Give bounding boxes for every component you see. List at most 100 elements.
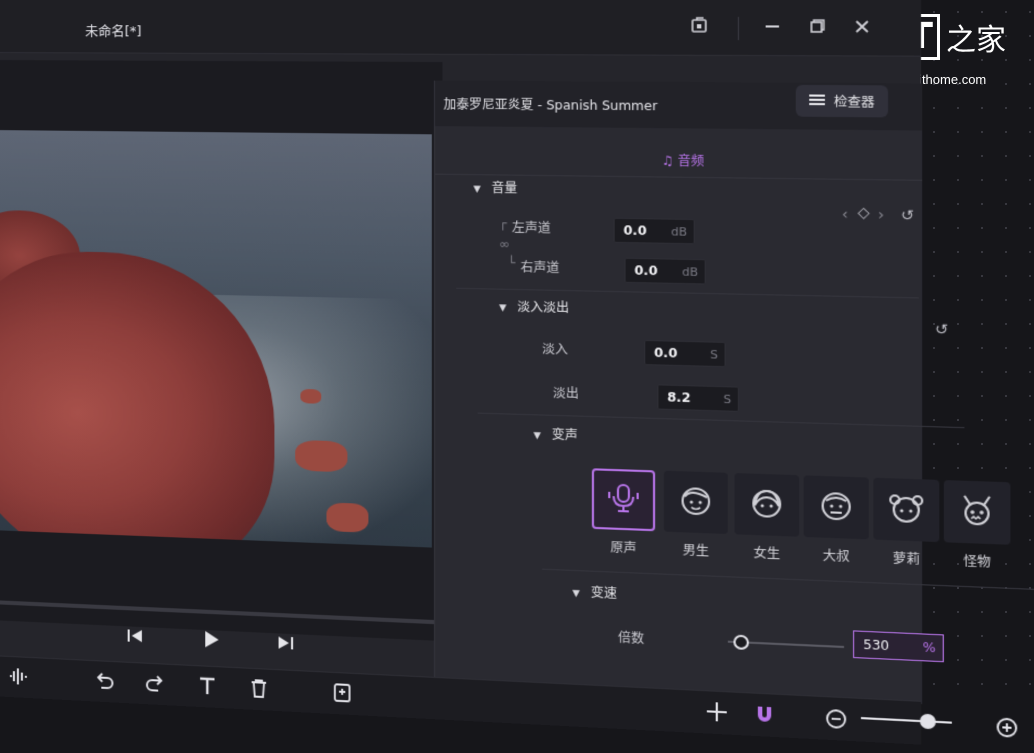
collapse-triangle-icon: ▼ <box>572 588 580 600</box>
delete-icon[interactable] <box>250 679 269 703</box>
left-channel-unit: dB <box>671 224 688 239</box>
inspector-panel: 加泰罗尼亚炎夏 - Spanish Summer 检查器 ♫ 音频 ▼ 音量 ‹ … <box>433 80 1034 705</box>
keyframe-next-icon[interactable]: › <box>878 207 884 224</box>
step-forward-icon[interactable] <box>274 633 295 657</box>
panel-header: 加泰罗尼亚炎夏 - Spanish Summer 检查器 <box>435 80 923 131</box>
volume-title: 音量 <box>491 180 518 196</box>
list-icon <box>809 93 825 109</box>
speed-section-header[interactable]: ▼ 变速 <box>572 582 616 602</box>
inspector-button-label: 检查器 <box>833 94 875 110</box>
right-channel-value: 0.0 <box>634 263 658 279</box>
voice-option-box <box>873 477 940 543</box>
voice-option-box <box>663 470 728 535</box>
zoom-slider-track[interactable] <box>860 717 952 724</box>
male-face-icon <box>677 482 714 523</box>
collapse-triangle-icon: ▼ <box>473 184 481 195</box>
fade-out-label: 淡出 <box>552 385 579 401</box>
right-channel-unit: dB <box>682 264 699 279</box>
voice-option-box <box>591 468 656 532</box>
left-channel-label: 左声道 <box>511 220 551 236</box>
voice-option-label: 大叔 <box>822 548 850 565</box>
zoom-slider-knob[interactable] <box>919 713 936 730</box>
maximize-icon[interactable] <box>805 17 830 40</box>
keyframe-prev-icon[interactable]: ‹ <box>842 206 848 223</box>
female-face-icon <box>748 484 786 526</box>
title-bar: 未命名[*] <box>0 0 922 57</box>
fade-in-label: 淡入 <box>542 341 569 357</box>
fade-in-value: 0.0 <box>654 345 678 361</box>
music-note-icon: ♫ <box>661 153 674 169</box>
pitch-label: 倍数 <box>617 630 645 647</box>
step-back-icon[interactable] <box>126 626 146 650</box>
keyframe-diamond-icon[interactable]: ◇ <box>858 205 870 222</box>
voice-change-title: 变声 <box>551 427 578 443</box>
close-icon[interactable] <box>850 17 875 40</box>
voice-option-label: 怪物 <box>963 553 991 570</box>
clip-name: 加泰罗尼亚炎夏 - Spanish Summer <box>443 97 658 114</box>
zoom-out-icon[interactable] <box>825 708 847 736</box>
microphone-icon <box>605 479 642 520</box>
monster-face-icon <box>958 491 997 533</box>
speed-title: 变速 <box>590 585 617 602</box>
right-channel-label: 右声道 <box>520 259 560 276</box>
channel-link-bracket: └ <box>507 255 516 271</box>
export-icon[interactable] <box>687 17 711 40</box>
voice-option-uncle[interactable]: 大叔 <box>803 475 869 566</box>
voice-option-female[interactable]: 女生 <box>734 473 800 563</box>
preview-area <box>0 60 442 641</box>
redo-icon[interactable] <box>145 674 165 698</box>
play-icon[interactable] <box>202 630 221 654</box>
rock-stone <box>326 502 369 533</box>
voice-option-box <box>803 475 869 540</box>
tab-audio-label: 音频 <box>677 153 705 169</box>
left-channel-field[interactable]: 0.0 dB <box>613 217 695 245</box>
rock-stone <box>295 439 348 473</box>
fade-reset-icon[interactable]: ↺ <box>935 321 948 338</box>
volume-reset-icon[interactable]: ↺ <box>901 207 914 224</box>
rock-stone <box>300 388 322 404</box>
editor-window: 未命名[*] 加泰罗尼亚炎夏 - Spanish Summer 检查器 ♫ 音频… <box>0 0 1034 745</box>
voice-option-label: 女生 <box>753 545 781 562</box>
channel-link-icon[interactable]: ∞ <box>499 237 510 252</box>
voice-option-box <box>943 480 1011 545</box>
fade-section-header[interactable]: ▼ 淡入淡出 <box>499 297 569 316</box>
voice-option-male[interactable]: 男生 <box>663 470 728 561</box>
pitch-slider-knob[interactable] <box>733 634 750 651</box>
split-icon[interactable] <box>705 702 729 727</box>
voice-option-monster[interactable]: 怪物 <box>943 480 1011 572</box>
voice-option-label: 原声 <box>610 540 637 556</box>
fade-out-value: 8.2 <box>667 389 691 406</box>
voice-option-loli[interactable]: 萝莉 <box>873 477 940 569</box>
titlebar-separator <box>737 16 739 41</box>
pitch-value: 530 <box>863 637 890 654</box>
rock-main <box>0 249 275 548</box>
audio-wave-icon[interactable] <box>8 667 30 691</box>
uncle-face-icon <box>817 486 855 528</box>
voice-option-label: 男生 <box>682 542 710 559</box>
fade-out-field[interactable]: 8.2 S <box>657 384 739 412</box>
undo-icon[interactable] <box>94 671 114 695</box>
minimize-icon[interactable] <box>760 17 785 40</box>
voice-option-original[interactable]: 原声 <box>591 468 656 557</box>
collapse-triangle-icon: ▼ <box>533 430 541 442</box>
tab-audio[interactable]: ♫ 音频 <box>662 151 704 169</box>
pitch-unit: % <box>922 639 936 656</box>
left-channel-value: 0.0 <box>623 223 647 239</box>
volume-section-header[interactable]: ▼ 音量 <box>473 178 517 196</box>
playback-progress-bar[interactable] <box>0 600 443 625</box>
fade-out-unit: S <box>723 391 732 406</box>
voice-change-section-header[interactable]: ▼ 变声 <box>533 425 577 444</box>
zoom-in-icon[interactable] <box>995 716 1018 744</box>
fade-in-field[interactable]: 0.0 S <box>644 339 726 368</box>
logo-cn-text: 之家 <box>945 23 1006 58</box>
video-frame[interactable] <box>0 130 432 548</box>
pitch-input[interactable]: 530 % <box>853 630 944 663</box>
fade-title: 淡入淡出 <box>517 299 570 316</box>
inspector-button[interactable]: 检查器 <box>795 84 889 118</box>
voice-option-label: 萝莉 <box>892 550 920 567</box>
window-title: 未命名[*] <box>85 24 142 40</box>
magnet-icon[interactable] <box>753 704 775 732</box>
fade-in-unit: S <box>710 347 718 362</box>
right-channel-field[interactable]: 0.0 dB <box>624 257 706 285</box>
text-tool-icon[interactable] <box>198 676 216 700</box>
